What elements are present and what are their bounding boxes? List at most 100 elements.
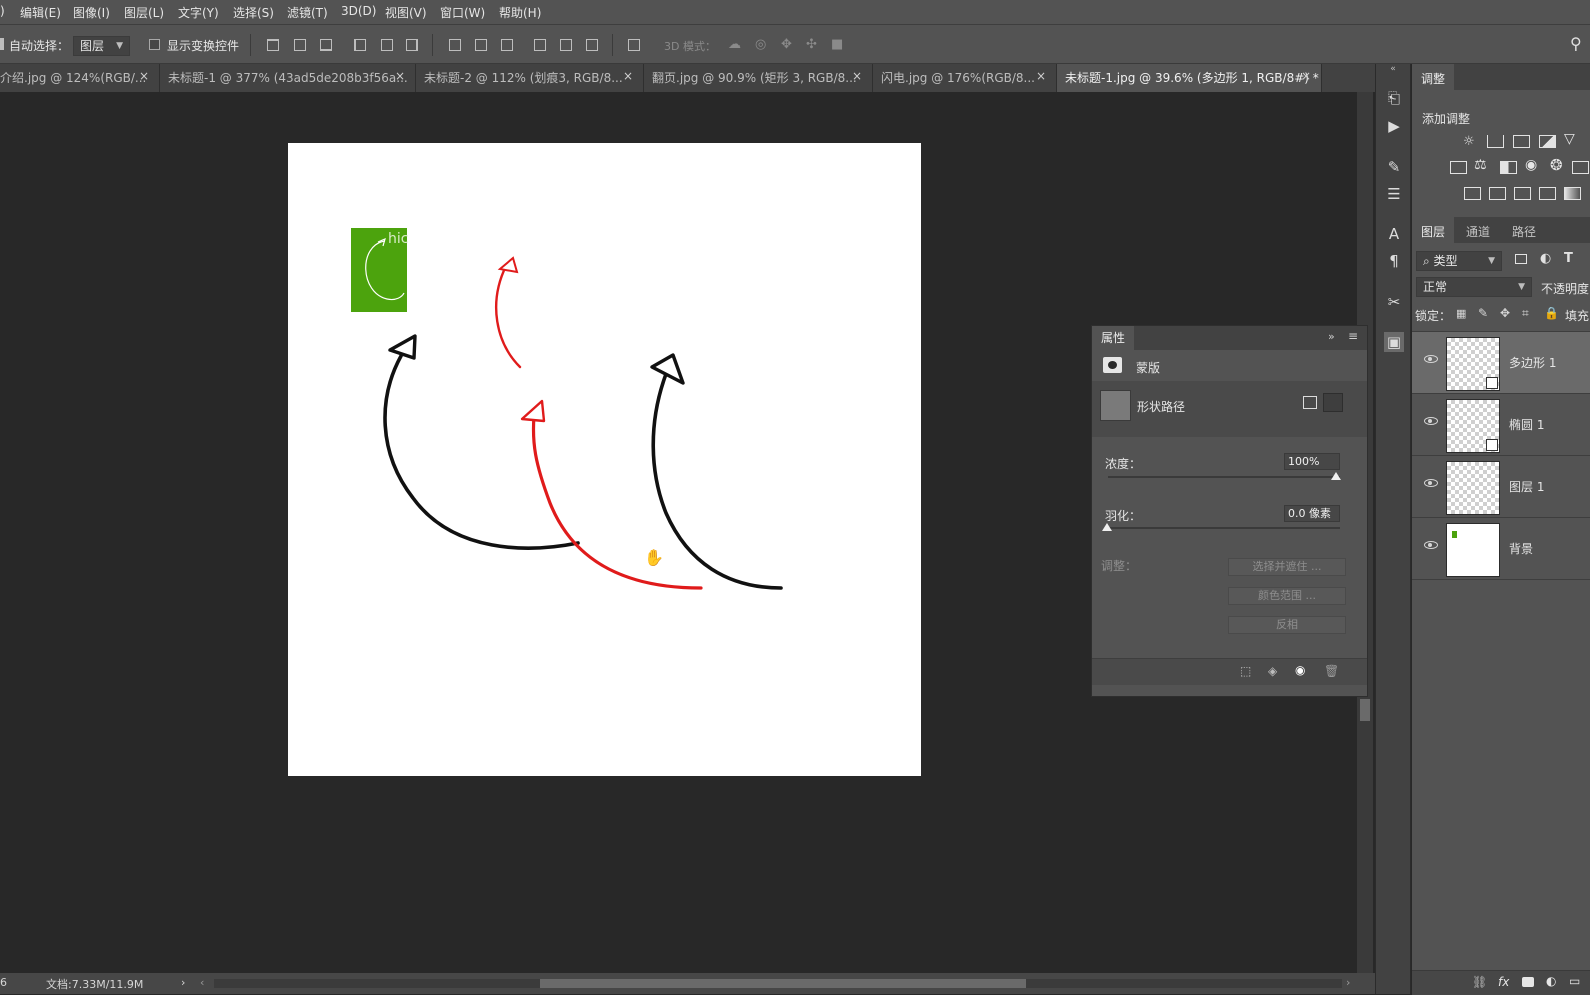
properties-panel-icon[interactable]: ▣ bbox=[1384, 332, 1404, 352]
lock-artboard-icon[interactable]: ⌗ bbox=[1522, 306, 1529, 321]
selective-color-icon[interactable] bbox=[1564, 187, 1581, 200]
align-bottom-icon[interactable] bbox=[320, 39, 332, 51]
menu-window[interactable]: 窗口(W) bbox=[440, 4, 485, 21]
curves-icon[interactable] bbox=[1513, 135, 1530, 148]
feather-slider-knob[interactable] bbox=[1102, 523, 1112, 531]
tab-adjustments[interactable]: 调整 bbox=[1412, 64, 1454, 90]
apply-mask-icon[interactable]: ◈ bbox=[1268, 664, 1277, 678]
character-icon[interactable]: A bbox=[1384, 224, 1404, 244]
layer-row[interactable]: 椭圆 1 bbox=[1412, 394, 1590, 456]
delete-mask-icon[interactable]: 🗑 bbox=[1324, 664, 1339, 678]
layer-name[interactable]: 图层 1 bbox=[1509, 478, 1544, 495]
tab-doc-1[interactable]: 介绍.jpg @ 124%(RGB/... × bbox=[0, 64, 160, 92]
invert-icon[interactable] bbox=[1464, 187, 1481, 200]
invert-button[interactable]: 反相 bbox=[1228, 616, 1346, 634]
status-menu-icon[interactable]: › bbox=[181, 976, 185, 989]
visibility-eye-icon[interactable] bbox=[1424, 541, 1438, 549]
lock-all-icon[interactable]: 🔒 bbox=[1544, 306, 1559, 320]
new-group-icon[interactable]: ▭ bbox=[1569, 974, 1580, 988]
horizontal-scrollbar[interactable] bbox=[214, 979, 1342, 988]
add-mask-icon[interactable] bbox=[1522, 977, 1534, 987]
visibility-eye-icon[interactable] bbox=[1424, 355, 1438, 363]
vector-mask-row[interactable]: 形状路径 bbox=[1092, 381, 1367, 437]
brush-settings-icon[interactable]: ☰ bbox=[1384, 184, 1404, 204]
color-range-button[interactable]: 颜色范围 ... bbox=[1228, 587, 1346, 605]
levels-icon[interactable] bbox=[1487, 135, 1504, 148]
hue-saturation-icon[interactable] bbox=[1450, 161, 1467, 174]
distribute-hcenter-icon[interactable] bbox=[560, 39, 572, 51]
menu-image[interactable]: 图像(I) bbox=[73, 4, 110, 21]
menu-edit[interactable]: 编辑(E) bbox=[20, 4, 61, 21]
select-and-mask-button[interactable]: 选择并遮住 ... bbox=[1228, 558, 1346, 576]
add-vector-mask-icon[interactable] bbox=[1323, 393, 1343, 412]
menu-type[interactable]: 文字(Y) bbox=[178, 4, 219, 21]
pan-3d-icon[interactable]: ✥ bbox=[781, 37, 792, 52]
color-balance-icon[interactable]: ⚖ bbox=[1474, 157, 1487, 173]
slide-3d-icon[interactable]: ✣ bbox=[806, 37, 817, 52]
filter-type-icon[interactable]: T bbox=[1564, 251, 1573, 266]
actions-play-icon[interactable]: ▶ bbox=[1384, 116, 1404, 136]
distribute-top-icon[interactable] bbox=[449, 39, 461, 51]
distribute-right-icon[interactable] bbox=[586, 39, 598, 51]
tab-channels[interactable]: 通道 bbox=[1456, 217, 1500, 243]
document-canvas[interactable]: hic ✋ bbox=[288, 143, 921, 776]
history-icon[interactable]: ⎗ bbox=[1384, 88, 1404, 108]
auto-select-dropdown[interactable]: 图层 ▼ bbox=[73, 36, 130, 56]
tab-doc-5[interactable]: 闪电.jpg @ 176%(RGB/8... × bbox=[873, 64, 1057, 92]
new-adjustment-icon[interactable]: ◐ bbox=[1546, 974, 1556, 988]
tab-doc-2[interactable]: 未标题-1 @ 377% (43ad5de208b3f56a... × bbox=[160, 64, 416, 92]
align-vcenter-icon[interactable] bbox=[294, 39, 306, 51]
density-slider-track[interactable] bbox=[1108, 476, 1340, 478]
horizontal-scroll-thumb[interactable] bbox=[540, 979, 1026, 988]
menu-3d[interactable]: 3D(D) bbox=[341, 4, 376, 18]
paragraph-icon[interactable]: ¶ bbox=[1384, 251, 1404, 271]
align-hcenter-icon[interactable] bbox=[381, 39, 393, 51]
channel-mixer-icon[interactable]: ❂ bbox=[1550, 156, 1563, 174]
visibility-eye-icon[interactable]: ◉ bbox=[1295, 663, 1305, 677]
distribute-vcenter-icon[interactable] bbox=[475, 39, 487, 51]
layer-name[interactable]: 背景 bbox=[1509, 540, 1533, 557]
brush-icon[interactable]: ✎ bbox=[1384, 157, 1404, 177]
scroll-left-icon[interactable]: ‹ bbox=[200, 976, 204, 989]
tool-presets-icon[interactable]: ✂ bbox=[1384, 292, 1404, 312]
lock-transparent-icon[interactable]: ▦ bbox=[1456, 307, 1466, 320]
expand-icon[interactable]: » bbox=[1328, 330, 1335, 343]
color-lookup-icon[interactable] bbox=[1572, 161, 1589, 174]
layer-row[interactable]: 图层 1 bbox=[1412, 456, 1590, 518]
auto-align-icon[interactable] bbox=[628, 39, 640, 51]
gradient-map-icon[interactable] bbox=[1539, 187, 1556, 200]
brightness-icon[interactable]: ☼ bbox=[1463, 134, 1475, 149]
tab-doc-3[interactable]: 未标题-2 @ 112% (划痕3, RGB/8... × bbox=[416, 64, 644, 92]
menu-select[interactable]: 选择(S) bbox=[233, 4, 274, 21]
panel-menu-icon[interactable]: ≡ bbox=[1348, 329, 1358, 343]
blend-mode-dropdown[interactable]: 正常 ▼ bbox=[1416, 277, 1532, 297]
fx-icon[interactable]: fx bbox=[1498, 975, 1509, 989]
layer-name[interactable]: 椭圆 1 bbox=[1509, 416, 1544, 433]
menu-help[interactable]: 帮助(H) bbox=[499, 4, 541, 21]
distribute-left-icon[interactable] bbox=[534, 39, 546, 51]
density-slider-knob[interactable] bbox=[1331, 472, 1341, 480]
filter-pixel-icon[interactable] bbox=[1515, 254, 1527, 264]
feather-slider-track[interactable] bbox=[1108, 527, 1340, 529]
search-icon[interactable]: ⚲ bbox=[1570, 34, 1582, 53]
close-icon[interactable]: × bbox=[139, 69, 149, 83]
close-icon[interactable]: × bbox=[852, 69, 862, 83]
vibrance-icon[interactable]: ▽ bbox=[1564, 131, 1575, 147]
layer-row[interactable]: 多边形 1 bbox=[1412, 332, 1590, 394]
visibility-eye-icon[interactable] bbox=[1424, 479, 1438, 487]
show-transform-checkbox[interactable] bbox=[149, 39, 160, 50]
close-icon[interactable]: × bbox=[623, 69, 633, 83]
close-icon[interactable]: × bbox=[1301, 69, 1311, 83]
feather-input[interactable]: 0.0 像素 bbox=[1284, 505, 1340, 522]
black-white-icon[interactable] bbox=[1500, 161, 1517, 174]
tab-properties[interactable]: 属性 bbox=[1092, 326, 1134, 350]
density-input[interactable]: 100% bbox=[1284, 453, 1340, 470]
align-left-icon[interactable] bbox=[354, 39, 366, 51]
lock-image-icon[interactable]: ✎ bbox=[1478, 306, 1488, 320]
orbit-3d-icon[interactable]: ☁ bbox=[728, 37, 741, 52]
lock-position-icon[interactable]: ✥ bbox=[1500, 306, 1510, 320]
close-icon[interactable]: × bbox=[395, 69, 405, 83]
align-right-icon[interactable] bbox=[406, 39, 418, 51]
roll-3d-icon[interactable]: ◎ bbox=[755, 37, 766, 52]
load-selection-icon[interactable]: ⬚ bbox=[1240, 664, 1251, 678]
